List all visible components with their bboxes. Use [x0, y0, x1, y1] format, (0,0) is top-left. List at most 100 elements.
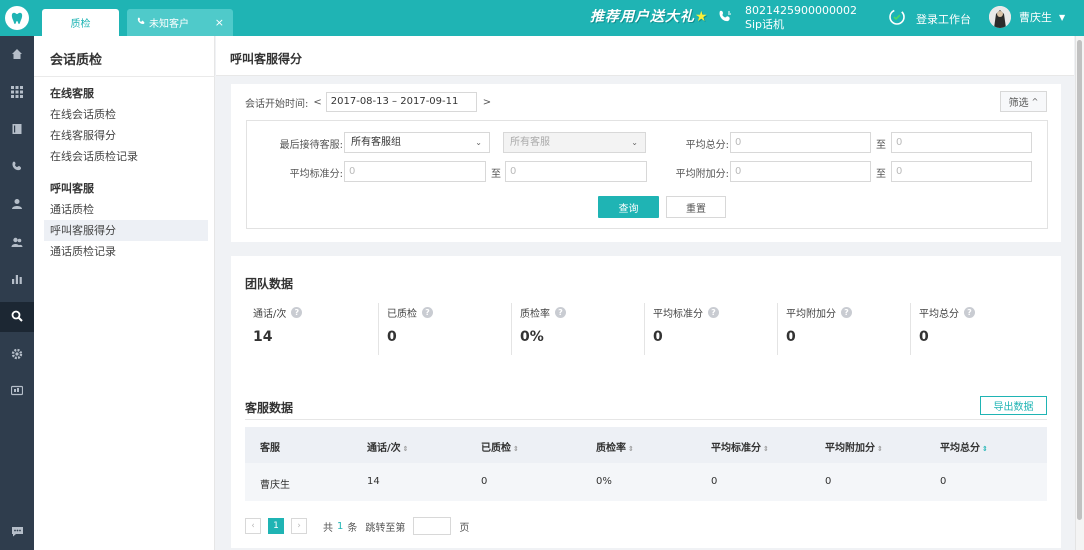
help-icon[interactable]: ?	[841, 307, 852, 318]
subnav-item-call-check[interactable]: 通话质检	[44, 199, 208, 220]
workbench-label: 登录工作台	[916, 12, 971, 26]
nav-team[interactable]	[0, 228, 34, 258]
jump-page-input[interactable]	[413, 517, 452, 535]
range-to-label: 至	[876, 169, 886, 180]
avg-total-max-input[interactable]: 0	[891, 132, 1032, 153]
nav-reports[interactable]	[0, 265, 34, 295]
pagination: ‹ 1 › 共 1 条 跳转至第 页	[245, 517, 469, 535]
help-icon[interactable]: ?	[555, 307, 566, 318]
query-button[interactable]: 查询	[598, 196, 659, 218]
phone-type: Sip话机	[745, 18, 785, 31]
date-range-input[interactable]: 2017-08-13 – 2017-09-11	[325, 92, 477, 112]
cell-calls: 14	[367, 476, 380, 487]
chart-icon	[11, 273, 23, 288]
column-header-calls[interactable]: 通话/次 ⇕	[367, 439, 409, 454]
subnav-item-call-check-records[interactable]: 通话质检记录	[44, 241, 208, 262]
avg-bonus-max-input[interactable]: 0	[891, 161, 1032, 182]
avg-standard-max-input[interactable]: 0	[505, 161, 647, 182]
filter-card: 会话开始时间: < 2017-08-13 – 2017-09-11 > 筛选 ^…	[231, 84, 1061, 242]
column-header-avg-total[interactable]: 平均总分 ⇕	[940, 439, 988, 454]
agent-select[interactable]: 所有客服 ⌄	[503, 132, 646, 153]
stat-value: 0	[786, 329, 796, 345]
reset-button[interactable]: 重置	[666, 196, 726, 218]
secondary-nav: 会话质检 在线客服 在线会话质检 在线客服得分 在线会话质检记录 呼叫客服 通话…	[34, 36, 215, 550]
cell-avg-standard: 0	[711, 476, 718, 487]
column-label: 质检率	[596, 443, 626, 454]
nav-records[interactable]	[0, 115, 34, 145]
subnav-group-online: 在线客服	[50, 87, 94, 100]
current-page-button[interactable]: 1	[268, 518, 284, 534]
tab-label: 质检	[70, 19, 91, 30]
stat-avg-bonus: 平均附加分? 0	[777, 303, 910, 355]
table-row[interactable]: 曹庆生 14 0 0% 0 0 0	[245, 463, 1047, 501]
column-header-check-rate[interactable]: 质检率 ⇕	[596, 439, 634, 454]
user-menu[interactable]: 曹庆生 ▼	[989, 6, 1065, 28]
agent-data-title: 客服数据	[245, 401, 294, 415]
phone-status[interactable]: 8021425900000002 Sip话机	[717, 3, 857, 33]
column-label: 平均总分	[940, 443, 980, 454]
table-header: 客服 通话/次 ⇕ 已质检 ⇕ 质检率 ⇕ 平均标准分 ⇕ 平均附加分 ⇕ 平均总分 ⇕	[245, 427, 1047, 463]
cell-avg-bonus: 0	[825, 476, 832, 487]
last-agent-label: 最后接待客服:	[279, 140, 343, 151]
tab-quality-check[interactable]: 质检	[42, 9, 119, 36]
help-icon[interactable]: ?	[708, 307, 719, 318]
column-header-avg-standard[interactable]: 平均标准分 ⇕	[711, 439, 769, 454]
login-workbench[interactable]: 登录工作台	[887, 7, 971, 30]
export-data-button[interactable]: 导出数据	[980, 396, 1047, 415]
avg-standard-min-input[interactable]: 0	[344, 161, 486, 182]
nav-monitor[interactable]	[0, 377, 34, 407]
chevron-down-icon: ▼	[1059, 12, 1066, 22]
team-data-title: 团队数据	[245, 277, 294, 291]
column-header-avg-bonus[interactable]: 平均附加分 ⇕	[825, 439, 883, 454]
help-icon[interactable]: ?	[291, 307, 303, 318]
avg-total-min-input[interactable]: 0	[730, 132, 871, 153]
nav-home[interactable]	[0, 40, 34, 70]
agent-group-select[interactable]: 所有客服组 ⌄	[344, 132, 490, 153]
gear-icon	[11, 348, 23, 363]
phone-icon	[11, 161, 23, 176]
help-icon[interactable]: ?	[422, 307, 433, 318]
range-to-label: 至	[491, 169, 501, 180]
total-prefix: 共	[323, 522, 333, 534]
date-next-button[interactable]: >	[483, 97, 491, 108]
avatar	[989, 6, 1011, 28]
subnav-item-online-agent-score[interactable]: 在线客服得分	[44, 125, 208, 146]
column-header-checked[interactable]: 已质检 ⇕	[481, 439, 519, 454]
tab-unknown-customer[interactable]: 未知客户 ×	[127, 9, 233, 36]
user-name: 曹庆生	[1019, 11, 1052, 24]
grid-icon	[11, 85, 23, 101]
prev-page-button[interactable]: ‹	[245, 518, 261, 534]
nav-quality[interactable]	[0, 302, 34, 332]
top-bar: 质检 未知客户 × 推荐用户送大礼★ 8021425900000002 Sip话…	[0, 0, 1084, 36]
stat-value: 14	[253, 329, 273, 345]
nav-calls[interactable]	[0, 153, 34, 183]
subnav-item-online-check-records[interactable]: 在线会话质检记录	[44, 146, 208, 167]
avg-standard-label: 平均标准分:	[289, 169, 343, 180]
agent-group-value: 所有客服组	[351, 137, 401, 148]
chat-button[interactable]	[6, 524, 28, 542]
app-logo[interactable]	[0, 0, 34, 36]
jump-label: 跳转至第	[365, 522, 406, 534]
cell-checked: 0	[481, 476, 488, 487]
avg-bonus-min-input[interactable]: 0	[730, 161, 871, 182]
close-icon[interactable]: ×	[215, 16, 224, 29]
agent-value: 所有客服	[510, 137, 550, 148]
scrollbar-thumb[interactable]	[1077, 40, 1082, 520]
star-icon: ★	[695, 9, 709, 25]
chat-icon	[11, 526, 24, 540]
promo-banner[interactable]: 推荐用户送大礼★	[590, 6, 709, 26]
refresh-icon	[887, 7, 907, 30]
subnav-title: 会话质检	[50, 53, 103, 68]
subnav-item-call-agent-score[interactable]: 呼叫客服得分	[44, 220, 208, 241]
nav-apps[interactable]	[0, 78, 34, 108]
subnav-item-online-session-check[interactable]: 在线会话质检	[44, 104, 208, 125]
nav-customer[interactable]	[0, 190, 34, 220]
chevron-down-icon: ⌄	[631, 138, 638, 147]
date-range-row: 会话开始时间: < 2017-08-13 – 2017-09-11 >	[245, 92, 491, 112]
stat-value: 0	[387, 329, 397, 345]
next-page-button[interactable]: ›	[291, 518, 307, 534]
nav-settings[interactable]	[0, 340, 34, 370]
filter-toggle-button[interactable]: 筛选 ^	[1000, 91, 1047, 112]
help-icon[interactable]: ?	[964, 307, 975, 318]
date-prev-button[interactable]: <	[313, 97, 321, 108]
